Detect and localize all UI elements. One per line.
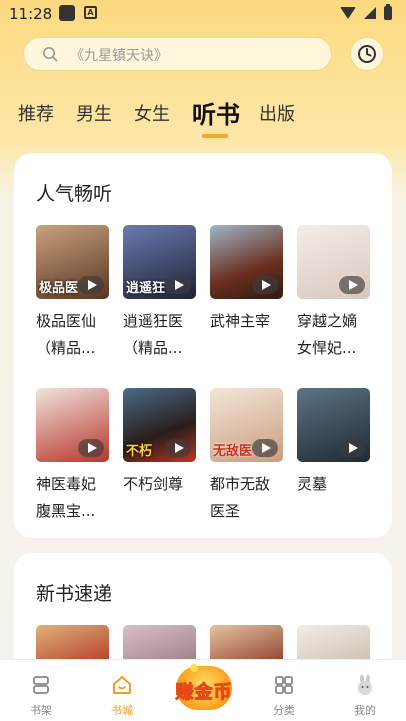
earn-coins-button[interactable]: 赚金币 [168, 664, 240, 714]
book-item[interactable]: 极品医 极品医仙（精品... [36, 225, 109, 388]
book-cover: 逍遥狂 [123, 225, 196, 299]
tab-audiobook[interactable]: 听书 [192, 98, 240, 138]
search-icon [43, 47, 58, 62]
play-icon [78, 439, 104, 457]
new-books-section: 新书速递 [14, 553, 392, 673]
play-icon [252, 439, 278, 457]
tab-active-indicator [202, 134, 228, 138]
book-grid: 极品医 极品医仙（精品... 逍遥狂 逍遥狂医（精品... 武神主宰 穿越之嫡女… [36, 225, 370, 551]
book-item[interactable]: 武神主宰 [210, 225, 283, 388]
grid-icon [275, 676, 293, 694]
cover-title: 极品医 [39, 281, 79, 296]
book-cover: 极品医 [36, 225, 109, 299]
play-icon [339, 276, 365, 294]
battery-icon [384, 4, 392, 20]
play-icon [339, 439, 365, 457]
book-cover [36, 388, 109, 462]
signal-icon [364, 7, 376, 19]
nav-bookstore[interactable]: 书城 [92, 666, 152, 718]
book-item[interactable]: 无敌医 都市无敌医圣 [210, 388, 283, 551]
book-title: 逍遥狂医（精品... [123, 312, 184, 357]
book-cover: 无敌医 [210, 388, 283, 462]
earn-coins-label: 赚金币 [175, 682, 233, 704]
bookshelf-icon [33, 676, 49, 694]
tab-recommend[interactable]: 推荐 [18, 98, 54, 132]
notification-icon [59, 5, 75, 21]
nav-label: 书城 [111, 704, 133, 717]
tab-male[interactable]: 男生 [76, 98, 112, 132]
play-icon [165, 276, 191, 294]
nav-profile[interactable]: 我的 [335, 666, 395, 718]
cover-title: 不朽 [126, 444, 153, 459]
book-item[interactable]: 不朽 不朽剑尊 [123, 388, 196, 551]
nav-category[interactable]: 分类 [254, 666, 314, 718]
book-cover [297, 225, 370, 299]
status-bar: 11:28 A [0, 0, 406, 30]
play-icon [165, 439, 191, 457]
book-title: 神医毒妃腹黑宝... [36, 475, 97, 520]
popular-section: 人气畅听 极品医 极品医仙（精品... 逍遥狂 逍遥狂医（精品... 武神主宰 [14, 153, 392, 538]
nav-label: 分类 [273, 704, 295, 717]
section-title: 人气畅听 [36, 183, 113, 205]
nav-label: 我的 [354, 704, 376, 717]
book-title: 不朽剑尊 [123, 475, 184, 493]
book-cover: 不朽 [123, 388, 196, 462]
app-a-icon: A [84, 6, 97, 19]
coin-icon [190, 664, 198, 672]
book-item[interactable]: 穿越之嫡女悍妃... [297, 225, 370, 388]
book-title: 都市无敌医圣 [210, 475, 271, 520]
tab-female[interactable]: 女生 [134, 98, 170, 132]
search-bar[interactable]: 《九星镇天诀》 [23, 37, 332, 71]
cover-title: 逍遥狂 [126, 281, 166, 296]
wifi-icon [340, 7, 356, 19]
book-title: 武神主宰 [210, 312, 271, 330]
nav-label: 书架 [30, 704, 52, 717]
tab-published[interactable]: 出版 [259, 98, 295, 132]
category-tabs: 推荐 男生 女生 听书 出版 [18, 92, 317, 138]
status-time: 11:28 [9, 5, 53, 23]
cover-title: 无敌医 [213, 444, 253, 459]
clock-icon [358, 45, 376, 63]
book-item[interactable]: 神医毒妃腹黑宝... [36, 388, 109, 551]
tab-audiobook-label: 听书 [192, 101, 240, 129]
book-item[interactable]: 逍遥狂 逍遥狂医（精品... [123, 225, 196, 388]
nav-bookshelf[interactable]: 书架 [11, 666, 71, 718]
home-icon [113, 676, 131, 694]
book-item[interactable]: 灵墓 [297, 388, 370, 551]
book-title: 极品医仙（精品... [36, 312, 97, 357]
search-placeholder: 《九星镇天诀》 [70, 48, 168, 64]
play-icon [252, 276, 278, 294]
book-title: 穿越之嫡女悍妃... [297, 312, 358, 357]
history-button[interactable] [350, 37, 384, 71]
book-cover [210, 225, 283, 299]
book-title: 灵墓 [297, 475, 328, 493]
section-title: 新书速递 [36, 583, 113, 605]
play-icon [78, 276, 104, 294]
book-cover [297, 388, 370, 462]
rabbit-avatar-icon [358, 674, 372, 695]
